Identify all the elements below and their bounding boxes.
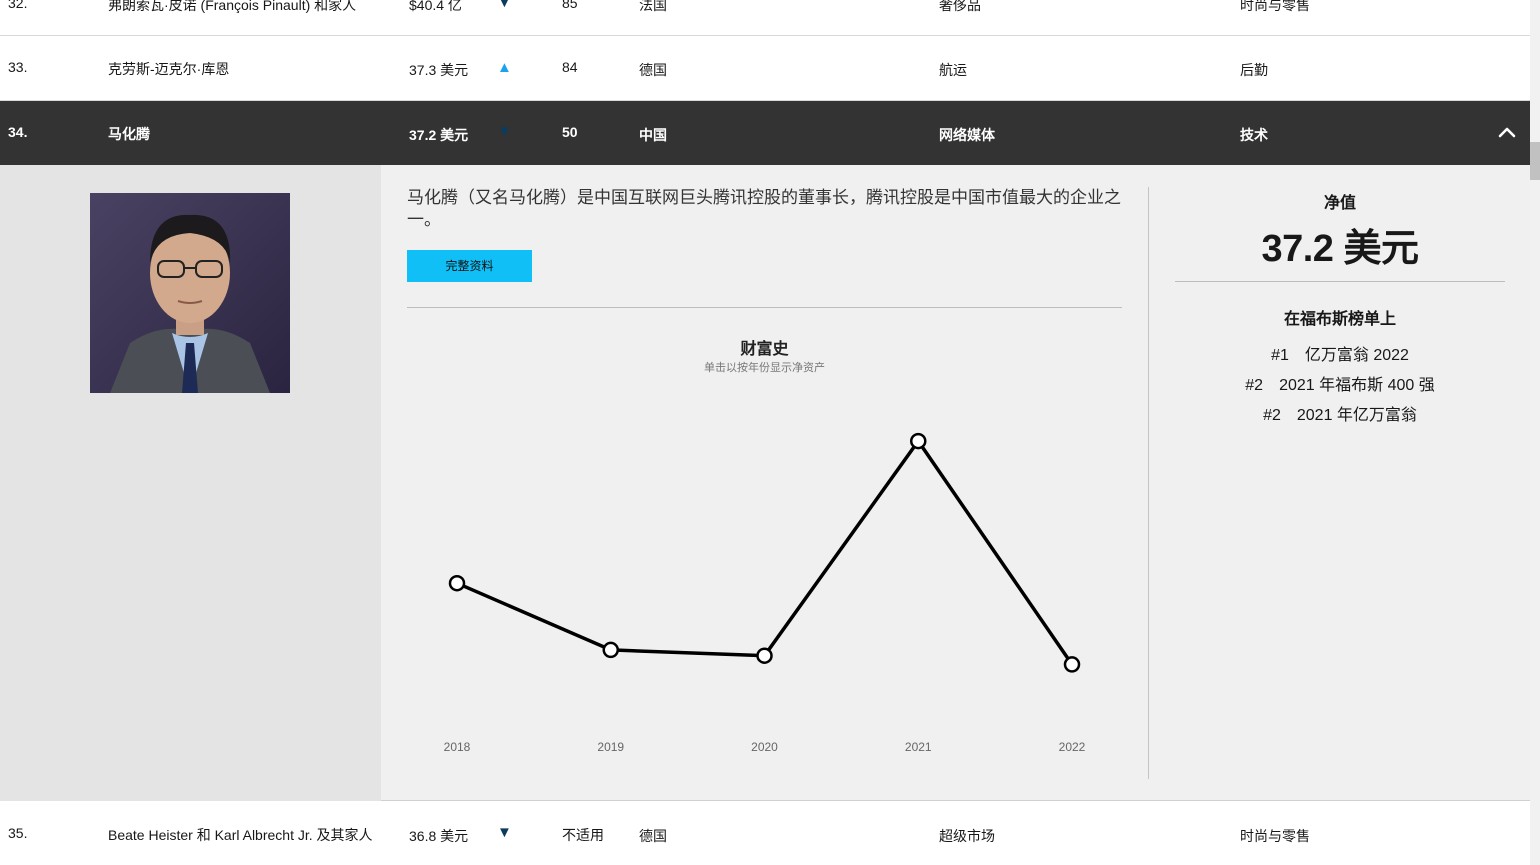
age-cell: 不适用 [562,827,604,843]
data-point-2019[interactable] [602,641,619,659]
age-cell: 50 [562,124,578,140]
ranking-number: #2 [1245,377,1264,394]
rank-cell: 35. [8,825,28,841]
source-cell: 航运 [939,62,967,78]
rank-cell: 34. [8,124,28,140]
full-profile-button[interactable]: 完整资料 [407,250,532,282]
country-cell: 中国 [639,127,667,143]
divider [407,307,1122,308]
x-tick-label: 2020 [751,740,778,754]
trend-up-icon: ▲ [497,59,512,76]
table-row[interactable]: 35. Beate Heister 和 Karl Albrecht Jr. 及其… [0,801,1530,865]
rank-cell: 33. [8,59,28,75]
age-cell: 85 [562,0,578,11]
profile-photo [90,193,290,393]
x-tick-label: 2018 [444,740,471,754]
name-cell[interactable]: Beate Heister 和 Karl Albrecht Jr. 及其家人 [108,825,373,845]
ranking-list-name: 亿万富翁 2022 [1304,347,1409,364]
chart-title: 财富史 [740,341,789,358]
trend-down-icon: ▼ [497,123,512,140]
table-row[interactable]: 33. 克劳斯-迈克尔·库恩 37.3 美元 ▲ 84 德国 航运 后勤 [0,36,1530,101]
x-tick-label: 2022 [1059,740,1086,754]
rankings-list: #1 亿万富翁 2022 #2 2021 年福布斯 400 强 #2 2021 年亿万… [1175,341,1505,431]
worth-cell: 37.3 美元 [409,62,469,78]
industry-cell: 技术 [1240,127,1268,143]
worth-cell: 37.2 美元 [409,127,469,143]
net-worth-label: 净值 [1323,195,1356,212]
industry-cell: 后勤 [1240,62,1268,78]
vertical-scrollbar[interactable] [1530,0,1540,865]
age-cell: 84 [562,59,578,75]
industry-cell: 时尚与零售 [1240,0,1310,13]
wealth-history-chart[interactable]: 2018 2019 2020 2021 2022 [407,395,1122,755]
country-cell: 法国 [639,0,667,13]
x-tick-label: 2021 [905,740,932,754]
chart-subtitle: 单击以按年份显示净资产 [704,362,825,374]
table-row-selected[interactable]: 34. 马化腾 37.2 美元 ▼ 50 中国 网络媒体 技术 [0,101,1530,165]
ranking-item[interactable]: #2 2021 年亿万富翁 [1175,401,1505,431]
rank-cell: 32. [8,0,28,11]
source-cell: 超级市场 [939,828,995,844]
scrollbar-thumb[interactable] [1530,142,1540,180]
data-point-2021[interactable] [910,432,927,450]
ranking-item[interactable]: #2 2021 年福布斯 400 强 [1175,371,1505,401]
name-cell[interactable]: 弗朗索瓦·皮诺 (François Pinault) 和家人 [108,0,356,15]
trend-down-icon: ▼ [497,0,512,11]
data-point-2022[interactable] [1063,656,1081,673]
data-point-2020[interactable] [756,647,773,664]
ranking-number: #1 [1271,347,1289,364]
worth-cell: 36.8 美元 [409,828,469,844]
name-cell[interactable]: 克劳斯-迈克尔·库恩 [108,59,229,79]
ranking-list-name: 2021 年亿万富翁 [1296,407,1417,424]
net-worth-value: 37.2 美元 [1261,228,1419,270]
source-cell: 网络媒体 [939,127,995,143]
ranking-number: #2 [1263,407,1281,424]
ranking-item[interactable]: #1 亿万富翁 2022 [1175,341,1505,371]
divider [1148,187,1149,779]
table-row[interactable]: 32. 弗朗索瓦·皮诺 (François Pinault) 和家人 $40.4… [0,0,1530,36]
chevron-up-icon[interactable] [1496,121,1518,143]
forbes-list-page: 32. 弗朗索瓦·皮诺 (François Pinault) 和家人 $40.4… [0,0,1530,865]
name-cell[interactable]: 马化腾 [108,124,150,144]
trend-down-icon: ▼ [497,824,512,841]
industry-cell: 时尚与零售 [1240,828,1310,844]
x-tick-label: 2019 [597,740,624,754]
country-cell: 德国 [639,62,667,78]
series-line [456,438,1074,666]
ranking-list-name: 2021 年福布斯 400 强 [1279,377,1435,394]
detail-panel: 马化腾（又名马化腾）是中国互联网巨头腾讯控股的董事长，腾讯控股是中国市值最大的企… [0,165,1530,801]
rankings-heading: 在福布斯榜单上 [1283,311,1396,328]
photo-column [0,165,381,801]
source-cell: 奢侈品 [939,0,981,13]
data-point-2018[interactable] [448,574,466,592]
divider [1175,281,1505,282]
country-cell: 德国 [639,828,667,844]
biography-text: 马化腾（又名马化腾）是中国互联网巨头腾讯控股的董事长，腾讯控股是中国市值最大的企… [407,188,1121,229]
worth-cell: $40.4 亿 [409,0,462,13]
